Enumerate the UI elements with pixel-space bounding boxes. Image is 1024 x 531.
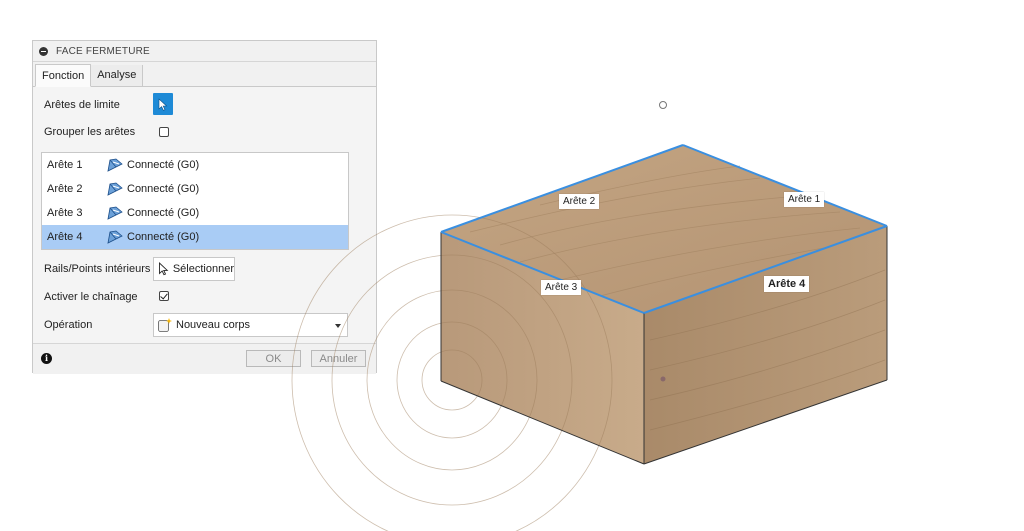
edge-name: Arête 4 (47, 231, 83, 243)
boundary-edges-label: Arêtes de limite (44, 99, 120, 111)
tab-bar: Fonction Analyse (33, 62, 376, 87)
group-edges-checkbox[interactable] (159, 127, 169, 137)
ok-button[interactable]: OK (246, 350, 301, 367)
tab-analyse[interactable]: Analyse (91, 65, 144, 86)
edge-row-1[interactable]: Arête 1 Connecté (G0) (42, 153, 348, 177)
cursor-arrow-icon (159, 262, 169, 276)
edge-name: Arête 2 (47, 183, 83, 195)
origin-point (660, 376, 666, 382)
operation-dropdown[interactable]: Nouveau corps (153, 313, 348, 337)
pivot-point[interactable] (659, 101, 667, 109)
top-face[interactable] (441, 145, 887, 313)
edge-row-4[interactable]: Arête 4 Connecté (G0) (42, 225, 348, 249)
edge-name: Arête 1 (47, 159, 83, 171)
info-icon[interactable]: i (41, 353, 52, 364)
edge-row-2[interactable]: Arête 2 Connecté (G0) (42, 177, 348, 201)
chevron-down-icon (335, 324, 341, 328)
edge-highlight-1[interactable] (682, 144, 888, 227)
chaining-checkbox[interactable] (159, 291, 169, 301)
chaining-label: Activer le chaînage (44, 291, 138, 303)
edge-highlight-4[interactable] (643, 225, 888, 314)
cursor-arrow-icon (158, 97, 168, 111)
dialog-footer: i OK Annuler (33, 343, 376, 374)
dialog-title: FACE FERMETURE (56, 45, 150, 57)
boundary-edges-select-button[interactable] (153, 93, 173, 115)
edge-highlight-2[interactable] (440, 144, 684, 233)
connection-g0-icon (107, 158, 123, 172)
left-face[interactable] (441, 232, 644, 464)
tab-fonction[interactable]: Fonction (35, 64, 92, 87)
dialog-header[interactable]: FACE FERMETURE (33, 41, 376, 62)
rails-label: Rails/Points intérieurs (44, 263, 151, 275)
group-edges-label: Grouper les arêtes (44, 126, 136, 138)
operation-label: Opération (44, 319, 93, 331)
edge-label-4[interactable]: Arête 4 (764, 276, 810, 292)
edge-status: Connecté (G0) (127, 207, 200, 219)
new-body-icon (158, 318, 172, 332)
operation-value: Nouveau corps (176, 319, 250, 331)
edge-label-2[interactable]: Arête 2 (559, 194, 600, 209)
edge-row-3[interactable]: Arête 3 Connecté (G0) (42, 201, 348, 225)
edge-status: Connecté (G0) (127, 159, 200, 171)
connection-g0-icon (107, 206, 123, 220)
right-face[interactable] (644, 226, 887, 464)
rails-select-label: Sélectionner (172, 263, 234, 275)
edge-status: Connecté (G0) (127, 183, 200, 195)
connection-g0-icon (107, 182, 123, 196)
edge-label-3[interactable]: Arête 3 (541, 280, 582, 295)
face-fermeture-dialog: FACE FERMETURE Fonction Analyse Arêtes d… (32, 40, 377, 374)
edge-list: Arête 1 Connecté (G0) Arête 2 Connecté (… (41, 152, 349, 250)
collapse-icon[interactable] (39, 46, 48, 56)
edge-status: Connecté (G0) (127, 231, 200, 243)
rails-select-button[interactable]: Sélectionner (153, 257, 235, 281)
edge-label-1[interactable]: Arête 1 (784, 192, 825, 207)
edge-highlight-3[interactable] (440, 231, 645, 314)
cancel-button[interactable]: Annuler (311, 350, 366, 367)
edge-name: Arête 3 (47, 207, 83, 219)
connection-g0-icon (107, 230, 123, 244)
